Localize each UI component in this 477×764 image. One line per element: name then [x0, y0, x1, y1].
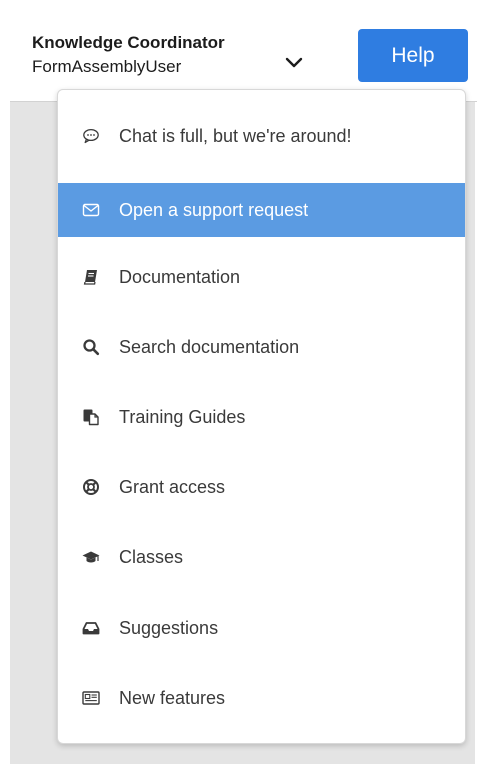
menu-item-label: Open a support request — [119, 199, 309, 220]
menu-item-search-documentation[interactable]: Search documentation — [58, 320, 465, 374]
newspaper-icon — [82, 689, 100, 707]
envelope-icon — [82, 201, 100, 219]
help-dropdown-menu: Chat is full, but we're around! Open a s… — [57, 89, 466, 744]
menu-item-training-guides[interactable]: Training Guides — [58, 390, 465, 444]
menu-item-documentation[interactable]: Documentation — [58, 250, 465, 304]
search-icon — [82, 338, 100, 356]
menu-item-label: Chat is full, but we're around! — [119, 125, 352, 146]
book-icon — [82, 268, 100, 286]
menu-item-support-request[interactable]: Open a support request — [58, 183, 465, 237]
inbox-icon — [82, 619, 100, 637]
top-bar: Knowledge Coordinator FormAssemblyUser H… — [10, 8, 477, 102]
user-info: Knowledge Coordinator FormAssemblyUser — [32, 32, 225, 78]
chevron-down-icon[interactable] — [282, 50, 306, 74]
menu-item-label: Documentation — [119, 266, 241, 287]
menu-item-label: Search documentation — [119, 336, 300, 357]
copy-document-icon — [82, 408, 100, 426]
help-button[interactable]: Help — [358, 29, 468, 82]
chat-bubble-icon — [82, 127, 100, 145]
menu-item-chat[interactable]: Chat is full, but we're around! — [58, 109, 465, 163]
user-name: Knowledge Coordinator — [32, 33, 225, 52]
life-ring-icon — [82, 478, 100, 496]
menu-item-label: Classes — [119, 546, 184, 567]
graduation-cap-icon — [82, 548, 100, 566]
menu-item-label: New features — [119, 687, 226, 708]
menu-item-classes[interactable]: Classes — [58, 530, 465, 584]
menu-item-label: Suggestions — [119, 617, 219, 638]
menu-item-label: Grant access — [119, 476, 226, 497]
menu-item-suggestions[interactable]: Suggestions — [58, 601, 465, 655]
menu-item-grant-access[interactable]: Grant access — [58, 460, 465, 514]
menu-item-label: Training Guides — [119, 406, 246, 427]
user-role: FormAssemblyUser — [32, 57, 182, 76]
menu-item-new-features[interactable]: New features — [58, 671, 465, 725]
